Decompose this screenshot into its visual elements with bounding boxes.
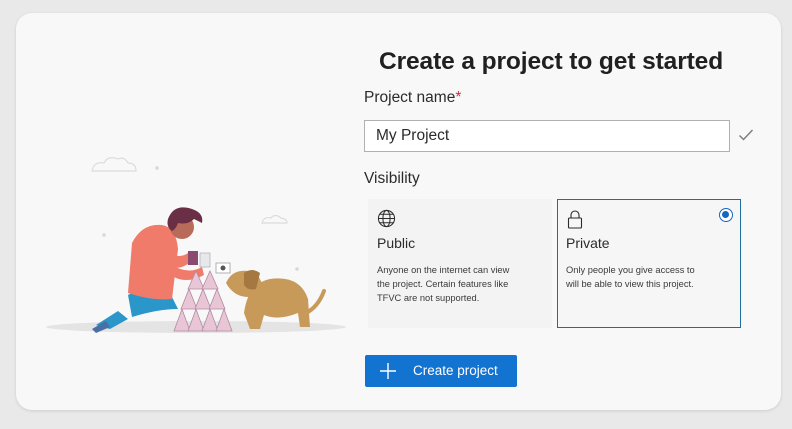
house-of-cards-illustration — [46, 157, 346, 333]
project-name-label: Project name* — [364, 89, 461, 107]
globe-icon — [377, 209, 396, 228]
page-title: Create a project to get started — [379, 48, 724, 75]
checkmark-icon — [739, 129, 754, 141]
private-option-description: Only people you give access to will be a… — [566, 265, 695, 289]
private-radio-selected[interactable] — [719, 208, 733, 222]
create-project-button-label: Create project — [413, 363, 498, 378]
plus-icon — [380, 363, 396, 379]
create-project-button[interactable]: Create project — [365, 355, 517, 387]
lock-icon — [567, 210, 583, 229]
public-option-description: Anyone on the internet can view the proj… — [377, 265, 510, 303]
private-option-title: Private — [566, 235, 610, 251]
visibility-option-public[interactable]: Public Anyone on the internet can view t… — [368, 199, 552, 328]
visibility-label: Visibility — [364, 170, 420, 187]
project-name-label-text: Project name — [364, 89, 456, 106]
required-marker: * — [455, 89, 462, 106]
project-name-input[interactable] — [364, 120, 730, 152]
public-option-title: Public — [377, 235, 416, 251]
visibility-option-private[interactable]: Private Only people you give access to w… — [557, 199, 741, 328]
